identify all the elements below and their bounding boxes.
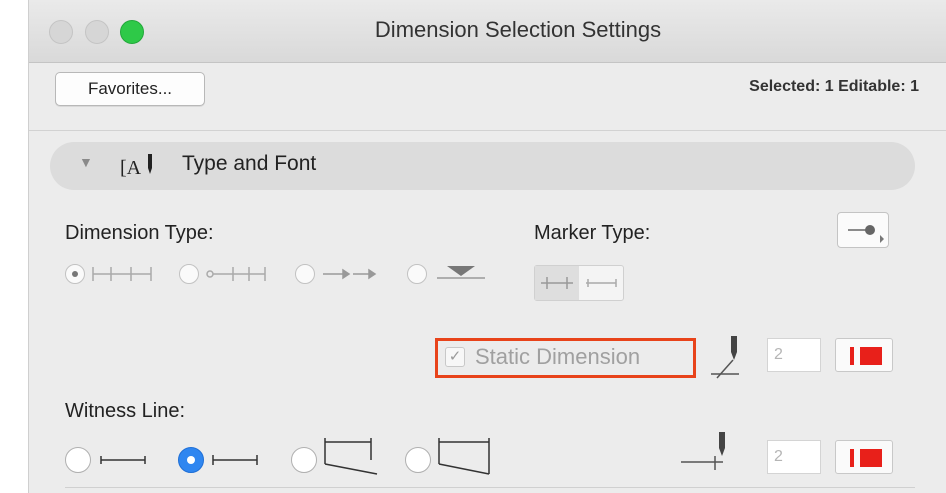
settings-window: Dimension Selection Settings Favorites..… — [28, 0, 946, 493]
witness-line-radio-none[interactable] — [65, 447, 91, 473]
title-bar: Dimension Selection Settings — [29, 0, 946, 63]
linear-dimension-icon — [92, 267, 152, 281]
marker-type-tick-option[interactable] — [535, 266, 579, 300]
marker-type-arrow-option[interactable] — [580, 266, 624, 300]
witness-line-none-icon — [100, 456, 146, 464]
marker-type-label: Marker Type: — [534, 222, 651, 244]
witness-line-label: Witness Line: — [65, 400, 186, 422]
arrow-dimension-icon — [323, 268, 377, 280]
witness-line-sloped-icon — [438, 438, 490, 475]
witness-pen-icon — [681, 432, 725, 470]
witness-line-gap-icon — [324, 438, 378, 475]
selection-info: Selected: 1 Editable: 1 — [749, 78, 919, 95]
color-swatch — [860, 449, 882, 467]
dimension-type-label: Dimension Type: — [65, 222, 214, 244]
color-bar-icon — [850, 449, 854, 467]
static-dimension-pen-field[interactable]: 2 — [767, 338, 821, 372]
dimension-type-radio-linear[interactable] — [65, 264, 85, 284]
witness-line-radio-sloped[interactable] — [405, 447, 431, 473]
marker-style-popup-button[interactable] — [837, 212, 889, 248]
dimension-type-radio-cumulative[interactable] — [179, 264, 199, 284]
window-title: Dimension Selection Settings — [374, 17, 662, 42]
disclosure-triangle-icon[interactable]: ▼ — [79, 154, 93, 170]
static-dimension-label: Static Dimension — [475, 344, 641, 369]
dimension-type-radio-arrow[interactable] — [295, 264, 315, 284]
witness-line-pen-field[interactable]: 2 — [767, 440, 821, 474]
static-dimension-color-button[interactable] — [835, 338, 893, 372]
divider — [65, 487, 915, 488]
color-swatch — [860, 347, 882, 365]
witness-line-color-button[interactable] — [835, 440, 893, 474]
svg-text:[A: [A — [120, 157, 142, 179]
static-dimension-checkbox[interactable]: ✓ — [445, 347, 465, 367]
witness-line-radio-fixed[interactable] — [178, 447, 204, 473]
marker-style-icon — [848, 225, 884, 243]
tick-marker-icon — [541, 277, 573, 289]
divider — [29, 130, 946, 131]
color-bar-icon — [850, 347, 854, 365]
pen-icon — [711, 336, 739, 379]
dimension-type-radio-elevation[interactable] — [407, 264, 427, 284]
elevation-dimension-icon — [437, 266, 485, 279]
witness-line-fixed-icon — [212, 455, 258, 465]
cumulative-dimension-icon — [206, 267, 266, 281]
favorites-button[interactable]: Favorites... — [55, 72, 205, 106]
arrow-marker-icon — [586, 279, 617, 287]
section-title: Type and Font — [182, 152, 317, 175]
type-and-font-icon: [A — [120, 154, 152, 179]
type-and-font-panel-header[interactable]: ▼ [A Type and Font — [50, 142, 915, 190]
witness-line-radio-gap[interactable] — [291, 447, 317, 473]
marker-type-selector[interactable] — [534, 265, 624, 301]
